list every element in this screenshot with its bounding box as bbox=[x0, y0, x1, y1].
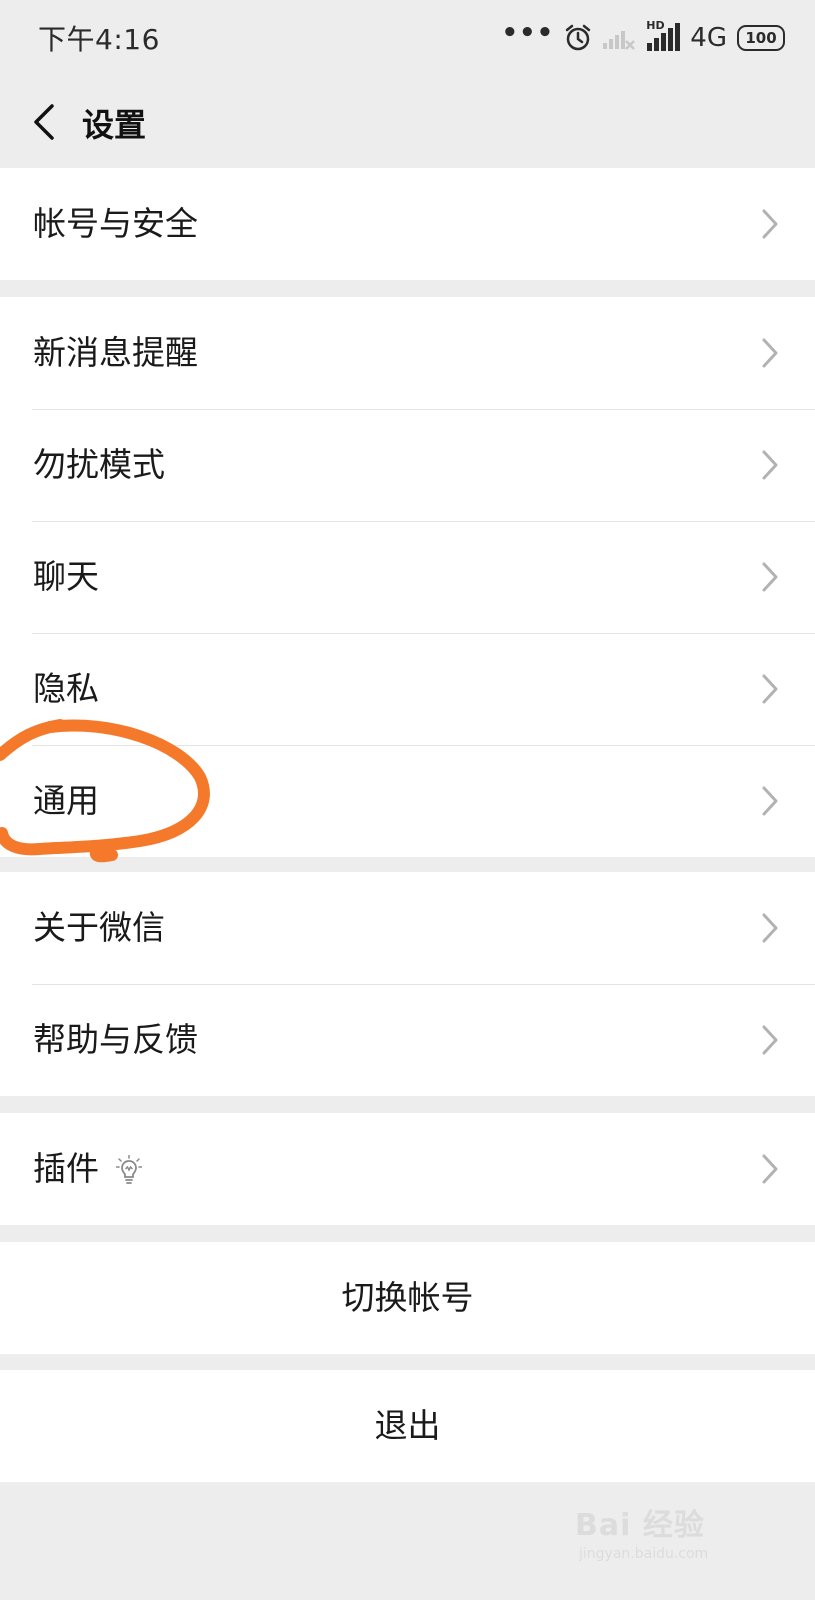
more-notifications-icon: ••• bbox=[501, 18, 555, 48]
settings-item-general[interactable]: 通用 bbox=[0, 745, 815, 857]
status-icons: ••• HD 4G 100 bbox=[501, 18, 785, 56]
settings-item-label: 帮助与反馈 bbox=[33, 1020, 198, 1059]
settings-group-about: 关于微信 帮助与反馈 bbox=[0, 872, 815, 1096]
settings-item-plugins[interactable]: 插件 bbox=[0, 1113, 815, 1225]
chevron-right-icon bbox=[762, 674, 778, 704]
battery-level: 100 bbox=[745, 29, 777, 47]
chevron-right-icon bbox=[762, 1025, 778, 1055]
chevron-right-icon bbox=[762, 338, 778, 368]
logout-section: 退出 bbox=[0, 1370, 815, 1482]
settings-item-help-feedback[interactable]: 帮助与反馈 bbox=[0, 984, 815, 1096]
settings-item-label: 帐号与安全 bbox=[33, 204, 198, 243]
settings-group-account: 帐号与安全 bbox=[0, 168, 815, 280]
chevron-right-icon bbox=[762, 1154, 778, 1184]
chevron-right-icon bbox=[762, 913, 778, 943]
back-button[interactable] bbox=[22, 94, 66, 150]
watermark-brand: Bai 经验 bbox=[575, 1508, 705, 1543]
settings-item-label: 新消息提醒 bbox=[33, 333, 198, 372]
switch-account-section: 切换帐号 bbox=[0, 1242, 815, 1354]
settings-item-label: 勿扰模式 bbox=[33, 445, 165, 484]
settings-group-main: 新消息提醒 勿扰模式 聊天 隐私 通用 bbox=[0, 297, 815, 857]
settings-item-new-message-alerts[interactable]: 新消息提醒 bbox=[0, 297, 815, 409]
page-title: 设置 bbox=[82, 106, 147, 144]
signal-sim2-icon bbox=[603, 31, 636, 50]
chevron-right-icon bbox=[762, 786, 778, 816]
switch-account-button[interactable]: 切换帐号 bbox=[0, 1242, 815, 1354]
settings-item-account-security[interactable]: 帐号与安全 bbox=[0, 168, 815, 280]
network-type: 4G bbox=[690, 23, 727, 53]
settings-group-plugins: 插件 bbox=[0, 1113, 815, 1225]
settings-item-do-not-disturb[interactable]: 勿扰模式 bbox=[0, 409, 815, 521]
status-time: 下午4:16 bbox=[38, 23, 160, 56]
settings-item-label: 隐私 bbox=[33, 669, 99, 708]
settings-item-label: 关于微信 bbox=[33, 908, 165, 947]
watermark: Bai 经验 jingyan.baidu.com bbox=[575, 1500, 775, 1572]
alarm-icon bbox=[566, 24, 591, 51]
nav-bar: 设置 bbox=[0, 76, 815, 168]
settings-item-label: 插件 bbox=[33, 1149, 99, 1188]
logout-button[interactable]: 退出 bbox=[0, 1370, 815, 1482]
chevron-right-icon bbox=[762, 209, 778, 239]
settings-item-label: 聊天 bbox=[33, 557, 99, 596]
signal-sim1-icon bbox=[647, 23, 681, 51]
chevron-right-icon bbox=[762, 450, 778, 480]
signal-hd-group: HD bbox=[646, 19, 681, 53]
settings-item-chat[interactable]: 聊天 bbox=[0, 521, 815, 633]
settings-item-privacy[interactable]: 隐私 bbox=[0, 633, 815, 745]
watermark-url: jingyan.baidu.com bbox=[579, 1546, 709, 1562]
lightbulb-icon bbox=[116, 1155, 142, 1184]
chevron-right-icon bbox=[762, 562, 778, 592]
battery-icon: 100 bbox=[737, 25, 785, 51]
settings-item-label: 通用 bbox=[33, 781, 99, 820]
switch-account-label: 切换帐号 bbox=[341, 1278, 474, 1317]
chevron-left-icon bbox=[34, 104, 54, 140]
settings-item-about-wechat[interactable]: 关于微信 bbox=[0, 872, 815, 984]
logout-label: 退出 bbox=[374, 1406, 441, 1445]
status-bar: 下午4:16 ••• HD 4G 100 bbox=[0, 0, 815, 76]
